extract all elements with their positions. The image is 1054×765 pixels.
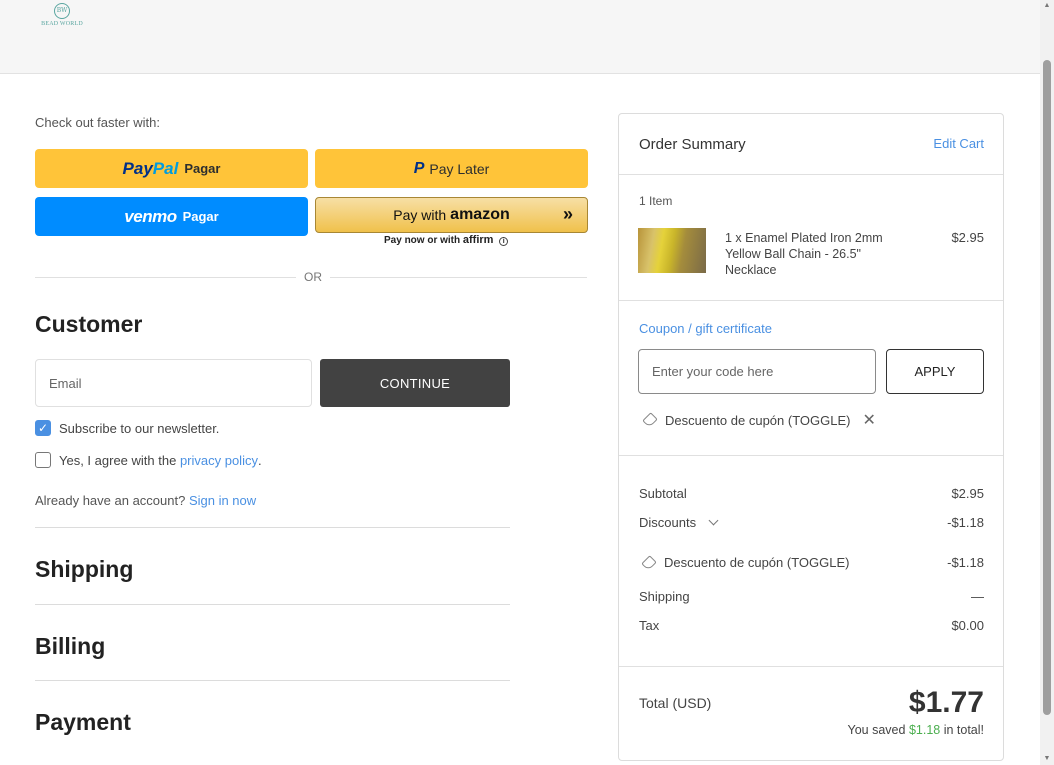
paypal-pay-later-button[interactable]: P Pay Later [315, 149, 588, 188]
scroll-down-icon[interactable]: ▼ [1043, 755, 1051, 763]
affirm-prefix: Pay now or with [384, 235, 461, 246]
applied-coupon-tag: Descuento de cupón (TOGGLE) ✕ [642, 410, 876, 430]
discounts-value: -$1.18 [947, 515, 984, 530]
edit-cart-link[interactable]: Edit Cart [933, 136, 984, 151]
venmo-button[interactable]: venmo Pagar [35, 197, 308, 236]
tax-label: Tax [639, 618, 660, 633]
pay-later-label: Pay Later [429, 160, 490, 177]
summary-divider [619, 174, 1003, 175]
header-bar: BW BEAD WORLD [0, 0, 1040, 74]
paypal-button[interactable]: PayPal Pagar [35, 149, 308, 188]
subtotal-value: $2.95 [951, 486, 984, 501]
coupon-toggle-link[interactable]: Coupon / gift certificate [639, 321, 772, 336]
summary-divider [619, 666, 1003, 667]
shipping-value: — [971, 589, 984, 604]
chevron-down-icon [708, 515, 719, 526]
privacy-option[interactable]: Yes, I agree with the privacy policy. [35, 452, 262, 468]
logo-text: BEAD WORLD [41, 21, 83, 27]
subtotal-label: Subtotal [639, 486, 687, 501]
newsletter-option[interactable]: ✓ Subscribe to our newsletter. [35, 420, 219, 436]
order-summary-panel: Order Summary Edit Cart 1 Item 1 x Ename… [618, 113, 1004, 761]
amazon-logo: amazon [450, 206, 510, 223]
total-label: Total (USD) [639, 695, 712, 711]
email-field[interactable] [35, 359, 312, 407]
section-divider [35, 680, 510, 681]
privacy-prefix: Yes, I agree with the [59, 452, 180, 468]
product-thumbnail [638, 228, 706, 273]
sign-in-link[interactable]: Sign in now [189, 493, 256, 508]
coupon-discount-value: -$1.18 [947, 555, 984, 570]
payment-section-title[interactable]: Payment [35, 709, 131, 736]
privacy-policy-link[interactable]: privacy policy [180, 453, 258, 468]
tax-value: $0.00 [951, 618, 984, 633]
coupon-discount-row: Descuento de cupón (TOGGLE) [641, 554, 850, 571]
section-divider [35, 604, 510, 605]
affirm-logo: affirm [462, 234, 494, 246]
product-price: $2.95 [951, 230, 984, 245]
saved-suffix: in total! [940, 723, 984, 737]
newsletter-label: Subscribe to our newsletter. [59, 420, 220, 436]
discounts-toggle[interactable]: Discounts [639, 515, 719, 530]
privacy-checkbox[interactable] [35, 452, 51, 468]
shipping-label: Shipping [639, 589, 690, 604]
apply-coupon-button[interactable]: APPLY [886, 349, 984, 394]
paypal-icon: P [413, 159, 425, 177]
express-checkout-heading: Check out faster with: [35, 115, 160, 130]
shipping-section-title[interactable]: Shipping [35, 556, 133, 583]
applied-coupon-label: Descuento de cupón (TOGGLE) [665, 412, 851, 428]
venmo-button-label: Pagar [182, 209, 219, 224]
summary-divider [619, 300, 1003, 301]
savings-note: You saved $1.18 in total! [848, 723, 984, 737]
section-divider [35, 527, 510, 528]
coupon-discount-label: Descuento de cupón (TOGGLE) [664, 555, 850, 570]
paypal-logo-a: Pay [122, 158, 153, 178]
info-icon[interactable]: i [499, 237, 509, 246]
paypal-logo: PayPal [123, 159, 179, 179]
tag-icon [641, 554, 657, 571]
product-name: 1 x Enamel Plated Iron 2mm Yellow Ball C… [725, 231, 883, 277]
tag-icon [642, 412, 658, 428]
account-prefix: Already have an account? [35, 493, 189, 508]
saved-amount: $1.18 [908, 723, 941, 737]
coupon-code-field[interactable] [638, 349, 876, 394]
venmo-logo: venmo [124, 206, 177, 226]
newsletter-checkbox[interactable]: ✓ [35, 420, 51, 436]
total-value: $1.77 [908, 686, 984, 719]
summary-divider [619, 455, 1003, 456]
order-summary-title: Order Summary [639, 136, 746, 153]
saved-prefix: You saved [847, 723, 909, 737]
item-count: 1 Item [639, 194, 673, 208]
privacy-suffix: . [257, 452, 262, 468]
scroll-up-icon[interactable]: ▲ [1043, 2, 1051, 10]
logo-mark: BW [54, 3, 70, 19]
account-prompt: Already have an account? Sign in now [35, 493, 256, 508]
billing-section-title[interactable]: Billing [35, 633, 105, 660]
amazon-pay-label: Pay with [393, 207, 447, 223]
or-divider-label: OR [296, 270, 330, 284]
store-logo[interactable]: BW BEAD WORLD [38, 2, 86, 30]
amazon-pay-button[interactable]: Pay with amazon » [315, 197, 588, 233]
customer-section-title: Customer [35, 311, 143, 337]
scrollbar-thumb[interactable] [1043, 60, 1051, 715]
close-icon[interactable]: ✕ [862, 410, 875, 430]
discounts-label: Discounts [639, 515, 697, 530]
affirm-note: Pay now or with affirm i [384, 234, 509, 246]
paypal-logo-b: Pal [152, 158, 179, 178]
continue-button[interactable]: CONTINUE [320, 359, 510, 407]
paypal-button-label: Pagar [184, 161, 221, 176]
page-scrollbar[interactable]: ▲ ▼ [1040, 0, 1054, 765]
chevron-right-icon: » [562, 204, 573, 224]
